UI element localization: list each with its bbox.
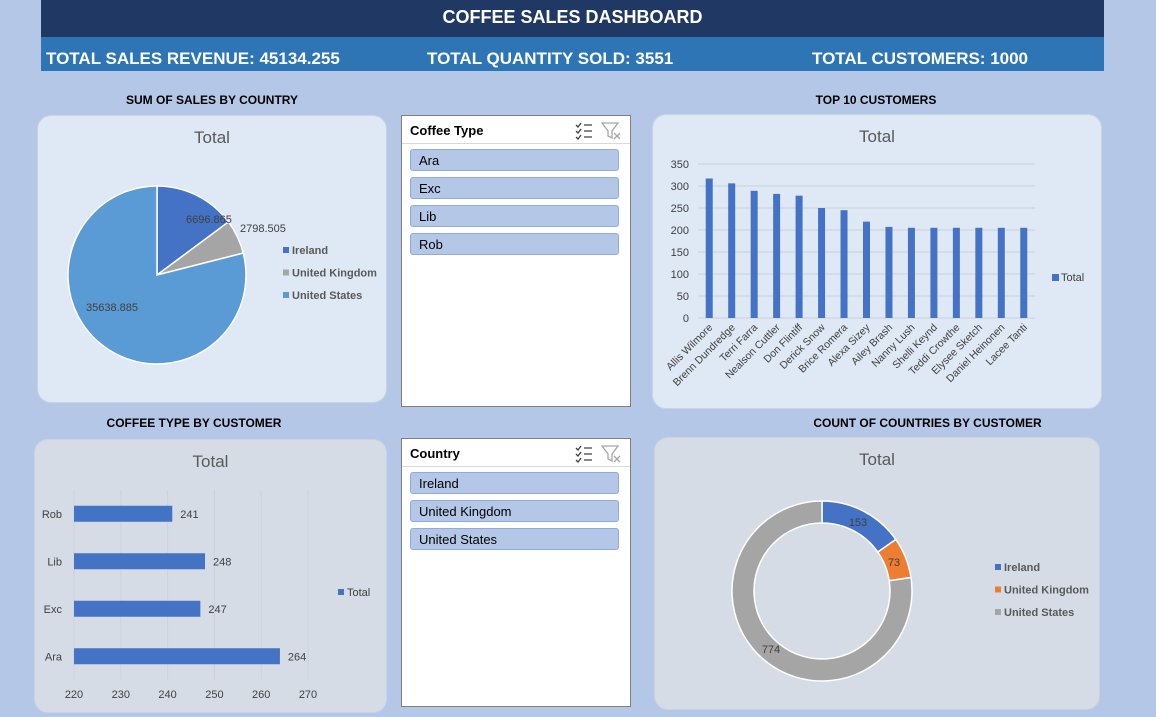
data-label-lib: 248 [213, 556, 231, 568]
data-label-rob: 241 [180, 509, 198, 521]
y-tick-label-exc: Exc [44, 604, 63, 616]
countries-donut-svg: 153 73 774 Ireland United Kingdom United Stat… [731, 500, 1089, 682]
top-customers-chart: Total 0 50 100 150 200 250 300 350 Allis Wilmore… [652, 114, 1102, 409]
y-tick-label-100: 100 [671, 269, 689, 281]
kpi-total-customers: TOTAL CUSTOMERS: 1000 [812, 49, 1029, 68]
x-tick-label-260: 260 [252, 689, 270, 701]
legend-label-ireland: Ireland [1004, 562, 1040, 574]
dashboard-title: COFFEE SALES DASHBOARD [41, 0, 1104, 37]
bar-teddi-crowthe [952, 227, 960, 318]
data-label-exc: 247 [208, 604, 226, 616]
section-title-sales-by-country: SUM OF SALES BY COUNTRY [125, 93, 298, 107]
kpi-bar: TOTAL SALES REVENUE: 45134.255 TOTAL QUA… [41, 37, 1104, 71]
data-label-united-states: 774 [762, 644, 780, 656]
multi-select-icon[interactable] [575, 122, 592, 140]
bar-ailey-brash [885, 226, 893, 318]
slicer-item-lib[interactable]: Lib [410, 205, 619, 227]
slicer-header: Coffee Type [410, 123, 484, 138]
multi-select-icon[interactable] [575, 445, 592, 463]
y-tick-label-150: 150 [671, 247, 689, 259]
legend-swatch-ireland [995, 564, 1001, 570]
slicer-item-ireland[interactable]: Ireland [410, 472, 619, 494]
x-tick-label-220: 220 [65, 689, 83, 701]
bar-rob [74, 505, 173, 522]
legend-label-united-states: United States [1004, 607, 1074, 619]
slicer-item-rob[interactable]: Rob [410, 233, 619, 255]
coffee-type-chart: Total 220 230 240 250 260 270 Ara 264 Exc 247 Lib 2… [34, 439, 387, 713]
x-tick-label-250: 250 [205, 689, 223, 701]
legend-swatch-united-states [283, 292, 289, 298]
legend-label-united-states: United States [292, 290, 362, 302]
bar-shelli-keynd [930, 227, 938, 318]
bar-allis-wilmore [705, 178, 713, 318]
bar-derick-snow [818, 208, 826, 318]
clear-filter-icon[interactable] [600, 445, 621, 463]
legend-swatch-ireland [283, 247, 289, 253]
y-tick-label-200: 200 [671, 225, 689, 237]
bar-lib [74, 553, 206, 570]
legend-swatch-united-states [995, 609, 1001, 615]
data-label-ireland: 153 [849, 517, 867, 529]
bar-daniel-heinonen [997, 227, 1005, 318]
data-label-united-states: 35638.885 [86, 302, 138, 314]
clear-filter-icon[interactable] [600, 122, 621, 140]
bar-brenn-dundredge [728, 183, 736, 318]
legend-label-united-kingdom: United Kingdom [1004, 585, 1089, 597]
bar-don-flintiff [795, 195, 803, 318]
bar-exc [74, 600, 201, 617]
data-label-united-kingdom: 73 [888, 557, 900, 569]
legend-swatch-total [1052, 274, 1059, 281]
section-title-countries-by-customer: COUNT OF COUNTRIES BY CUSTOMER [813, 416, 1042, 430]
bar-terri-farra [750, 190, 758, 318]
kpi-total-revenue: TOTAL SALES REVENUE: 45134.255 [46, 49, 340, 68]
x-tick-label-240: 240 [158, 689, 176, 701]
coffee-type-svg: 220 230 240 250 260 270 Ara 264 Exc 247 Lib 248 Rob 2… [42, 490, 370, 701]
kpi-total-quantity: TOTAL QUANTITY SOLD: 3551 [427, 49, 674, 68]
y-tick-label-300: 300 [671, 181, 689, 193]
slicer-item-united-kingdom[interactable]: United Kingdom [410, 500, 619, 522]
legend-label-ireland: Ireland [292, 245, 328, 257]
data-label-ireland: 6696.865 [186, 214, 232, 226]
slicer-header: Country [410, 446, 460, 461]
bar-ara [74, 648, 280, 665]
legend-label-united-kingdom: United Kingdom [292, 268, 377, 280]
top-customers-svg: 050100150200250300350Allis WilmoreBrenn … [664, 159, 1084, 389]
countries-donut-chart: Total 153 73 774 Ireland United Kingdom Unite… [654, 437, 1100, 710]
y-tick-label-250: 250 [671, 203, 689, 215]
legend-swatch-total [338, 589, 344, 595]
sales-pie-svg: 6696.865 2798.505 35638.885 Ireland United K… [67, 185, 377, 365]
slicer-item-exc[interactable]: Exc [410, 177, 619, 199]
country-slicer[interactable]: Country Ireland United Kingdom United St… [401, 438, 631, 707]
legend-swatch-united-kingdom [283, 269, 289, 276]
bar-nanny-lush [907, 227, 915, 318]
bar-alexa-sizey [863, 221, 870, 318]
legend-swatch-united-kingdom [995, 586, 1001, 593]
y-tick-label-50: 50 [677, 291, 689, 303]
legend-label-total: Total [347, 587, 370, 599]
y-tick-label-lib: Lib [47, 556, 62, 568]
legend-label-total: Total [1061, 272, 1084, 284]
bar-nealson-cuttler [773, 193, 781, 318]
bar-elysee-sketch [975, 227, 983, 318]
x-tick-label-230: 230 [112, 689, 130, 701]
slicer-item-united-states[interactable]: United States [410, 528, 619, 550]
bar-lacee-tanti [1020, 227, 1028, 318]
sales-by-country-chart: Total 6696.865 2798.505 35638.885 Ireland Un… [37, 115, 387, 403]
bar-brice-romera [840, 210, 848, 318]
x-tick-label-270: 270 [299, 689, 317, 701]
slicer-item-ara[interactable]: Ara [410, 149, 619, 171]
data-label-united-kingdom: 2798.505 [240, 223, 286, 235]
y-tick-label-ara: Ara [45, 651, 63, 663]
coffee-type-slicer[interactable]: Coffee Type Ara Exc Lib Rob [401, 115, 631, 407]
y-tick-label-350: 350 [671, 159, 689, 171]
y-tick-label-0: 0 [683, 313, 689, 325]
section-title-top-customers: TOP 10 CUSTOMERS [815, 93, 937, 107]
data-label-ara: 264 [288, 651, 306, 663]
section-title-coffee-by-customer: COFFEE TYPE BY CUSTOMER [106, 416, 282, 430]
y-tick-label-rob: Rob [42, 509, 62, 521]
